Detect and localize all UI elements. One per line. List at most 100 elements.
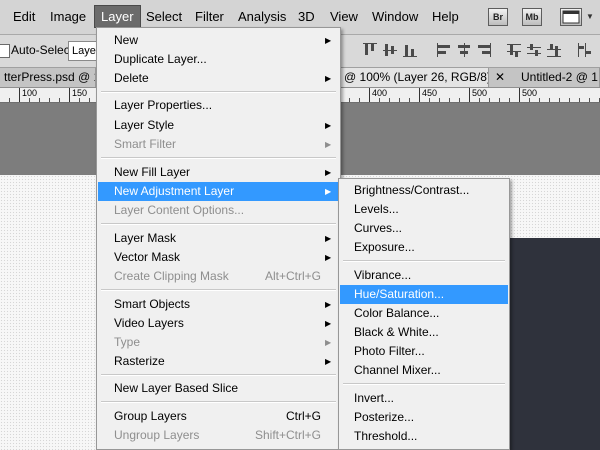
- layer-menu: New ▶ Duplicate Layer... Delete ▶ Layer Pr…: [96, 27, 341, 450]
- menu-item-label: Group Layers: [114, 409, 187, 423]
- menu-item-label: Video Layers: [114, 316, 184, 330]
- align-top-icon[interactable]: [362, 42, 378, 58]
- submenu-arrow-icon: ▶: [325, 234, 332, 243]
- menu-analysis[interactable]: Analysis: [232, 6, 292, 27]
- menu-item-label: Levels...: [354, 202, 399, 216]
- menu-item-vector-mask[interactable]: Vector Mask ▶: [97, 248, 340, 267]
- distribute-vcenter-icon[interactable]: [526, 42, 542, 58]
- ruler-label: 500: [522, 88, 538, 98]
- menu-3d[interactable]: 3D: [292, 6, 321, 27]
- submenu-item-brightness-contrast[interactable]: Brightness/Contrast...: [339, 181, 509, 200]
- menu-item-label: New Layer Based Slice: [114, 381, 239, 395]
- submenu-arrow-icon: ▶: [325, 319, 332, 328]
- menu-item-label: Ungroup Layers: [114, 428, 200, 442]
- menu-item-label: Posterize...: [354, 410, 415, 424]
- menu-item-rasterize[interactable]: Rasterize ▶: [97, 352, 340, 371]
- tab-letterpress[interactable]: tterPress.psd @ 10: [0, 68, 96, 87]
- align-left-icon[interactable]: [436, 42, 452, 58]
- align-hcenter-icon[interactable]: [456, 42, 472, 58]
- menu-item-label: Exposure...: [354, 240, 415, 254]
- distribute-bottom-icon[interactable]: [546, 42, 562, 58]
- menu-item-new-layer-based-slice[interactable]: New Layer Based Slice: [97, 379, 340, 398]
- menu-help[interactable]: Help: [426, 6, 465, 27]
- distribute-top-icon[interactable]: [506, 42, 522, 58]
- menu-item-label: Create Clipping Mask: [114, 269, 229, 283]
- new-adjustment-layer-submenu: Brightness/Contrast... Levels... Curves.…: [338, 178, 510, 450]
- ruler-tick: [519, 88, 520, 102]
- menu-separator: [101, 223, 336, 225]
- submenu-item-vibrance[interactable]: Vibrance...: [339, 266, 509, 285]
- menu-item-label: Delete: [114, 71, 149, 85]
- menu-layer[interactable]: Layer: [94, 5, 141, 28]
- menu-item-label: Color Balance...: [354, 306, 440, 320]
- menu-item-duplicate-layer[interactable]: Duplicate Layer...: [97, 50, 340, 69]
- menu-item-label: Hue/Saturation...: [354, 287, 445, 301]
- menu-separator: [343, 260, 505, 262]
- menu-item-label: New: [114, 33, 139, 47]
- submenu-item-curves[interactable]: Curves...: [339, 219, 509, 238]
- menu-item-group-layers[interactable]: Group Layers Ctrl+G: [97, 407, 340, 426]
- submenu-item-black-white[interactable]: Black & White...: [339, 323, 509, 342]
- submenu-item-threshold[interactable]: Threshold...: [339, 427, 509, 446]
- menu-item-layer-mask[interactable]: Layer Mask ▶: [97, 229, 340, 248]
- align-right-icon[interactable]: [476, 42, 492, 58]
- submenu-item-exposure[interactable]: Exposure...: [339, 238, 509, 257]
- menu-item-label: Layer Mask: [114, 231, 177, 245]
- auto-select-checkbox[interactable]: [0, 44, 10, 58]
- distribute-left-icon[interactable]: [576, 42, 592, 58]
- menu-edit[interactable]: Edit: [7, 6, 41, 27]
- menu-item-label: Photo Filter...: [354, 344, 425, 358]
- submenu-item-invert[interactable]: Invert...: [339, 389, 509, 408]
- menu-item-new[interactable]: New ▶: [97, 31, 340, 50]
- minibridge-icon[interactable]: Mb: [522, 8, 542, 26]
- auto-select-dropdown[interactable]: Layer: [68, 41, 98, 61]
- ruler-tick: [369, 88, 370, 102]
- submenu-item-levels[interactable]: Levels...: [339, 200, 509, 219]
- submenu-arrow-icon: ▶: [325, 338, 332, 347]
- ruler-tick: [69, 88, 70, 102]
- menu-item-layer-properties[interactable]: Layer Properties...: [97, 96, 340, 115]
- submenu-item-channel-mixer[interactable]: Channel Mixer...: [339, 361, 509, 380]
- menu-item-label: Smart Objects: [114, 297, 191, 311]
- menu-item-label: New Fill Layer: [114, 165, 191, 179]
- menu-item-layer-style[interactable]: Layer Style ▶: [97, 116, 340, 135]
- chevron-down-icon[interactable]: ▼: [586, 12, 594, 21]
- tab-active-document[interactable]: @ 100% (Layer 26, RGB/8) *: [341, 68, 489, 87]
- menu-item-delete[interactable]: Delete ▶: [97, 69, 340, 88]
- submenu-arrow-icon: ▶: [325, 36, 332, 45]
- menu-window[interactable]: Window: [366, 6, 424, 27]
- menu-item-type: Type ▶: [97, 333, 340, 352]
- menu-filter[interactable]: Filter: [189, 6, 230, 27]
- menu-select[interactable]: Select: [140, 6, 188, 27]
- close-icon[interactable]: ✕: [495, 68, 505, 87]
- menu-item-smart-objects[interactable]: Smart Objects ▶: [97, 295, 340, 314]
- menu-view[interactable]: View: [324, 6, 364, 27]
- menu-item-label: Layer Content Options...: [114, 203, 245, 217]
- menu-item-label: Layer Properties...: [114, 98, 213, 112]
- menu-item-video-layers[interactable]: Video Layers ▶: [97, 314, 340, 333]
- tab-untitled-2[interactable]: Untitled-2 @ 1: [513, 68, 600, 87]
- menu-item-new-fill-layer[interactable]: New Fill Layer ▶: [97, 163, 340, 182]
- submenu-item-photo-filter[interactable]: Photo Filter...: [339, 342, 509, 361]
- submenu-item-color-balance[interactable]: Color Balance...: [339, 304, 509, 323]
- submenu-item-posterize[interactable]: Posterize...: [339, 408, 509, 427]
- menu-item-new-adjustment-layer[interactable]: New Adjustment Layer ▶: [98, 182, 339, 201]
- menu-separator: [101, 289, 336, 291]
- menu-image[interactable]: Image: [44, 6, 92, 27]
- ruler-label: 450: [422, 88, 438, 98]
- align-bottom-icon[interactable]: [402, 42, 418, 58]
- menu-item-shortcut: Shift+Ctrl+G: [254, 428, 321, 442]
- align-vcenter-icon[interactable]: [382, 42, 398, 58]
- screen-mode-icon[interactable]: [560, 8, 582, 26]
- ruler-tick: [469, 88, 470, 102]
- canvas-dark-region: [504, 238, 600, 450]
- menu-separator: [101, 374, 336, 376]
- menu-item-shortcut: Ctrl+G: [285, 409, 321, 423]
- menu-item-smart-filter: Smart Filter ▶: [97, 135, 340, 154]
- ruler-label: 100: [22, 88, 38, 98]
- menu-item-ungroup-layers: Ungroup Layers Shift+Ctrl+G: [97, 426, 340, 445]
- submenu-item-hue-saturation[interactable]: Hue/Saturation...: [340, 285, 508, 304]
- menu-item-label: Duplicate Layer...: [114, 52, 207, 66]
- menu-item-label: Vibrance...: [354, 268, 412, 282]
- bridge-icon[interactable]: Br: [488, 8, 508, 26]
